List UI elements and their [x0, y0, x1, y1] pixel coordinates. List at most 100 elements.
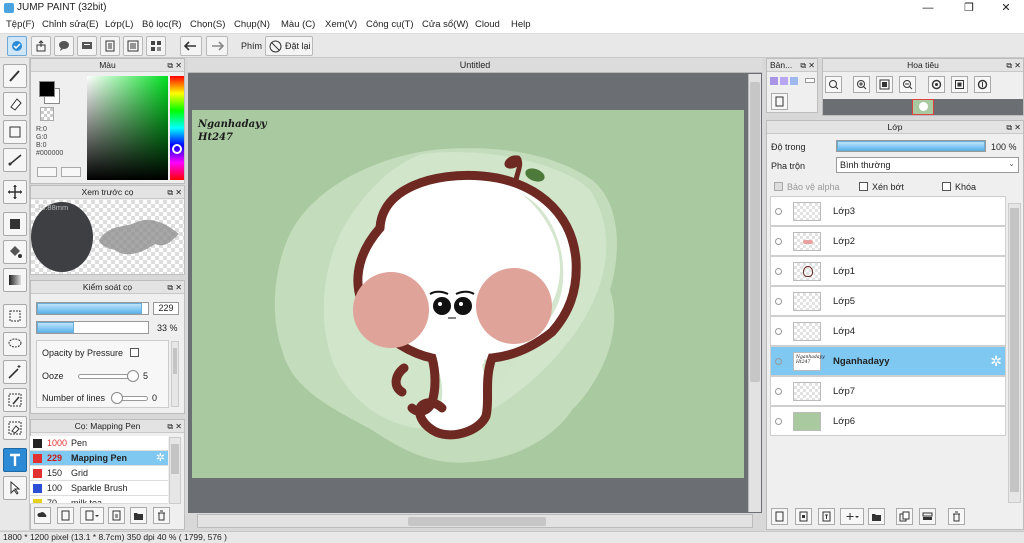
panel-buttons[interactable]: ⧉ ✕	[167, 60, 182, 72]
bucket-tool-icon[interactable]	[3, 240, 27, 264]
brush-list-item[interactable]: 1000 Pen	[30, 436, 168, 451]
menu-edit[interactable]: Chỉnh sửa(E)	[42, 19, 99, 30]
menu-capture[interactable]: Chụp(N)	[234, 19, 270, 30]
reset-button[interactable]: Đặt lại	[265, 36, 313, 56]
brush-type-icon[interactable]	[80, 507, 104, 524]
message-icon[interactable]	[77, 36, 97, 56]
transparent-color-swatch[interactable]	[40, 107, 54, 121]
swatch[interactable]	[780, 77, 788, 85]
select-eraser-tool-icon[interactable]	[3, 416, 27, 440]
magic-wand-tool-icon[interactable]	[3, 360, 27, 384]
brush-cloud-icon[interactable]	[34, 507, 51, 524]
document-icon[interactable]	[100, 36, 120, 56]
eyedropper-button[interactable]	[37, 167, 57, 177]
lock-checkbox[interactable]	[942, 182, 951, 191]
horizontal-scrollbar-thumb[interactable]	[408, 517, 546, 526]
layer-row[interactable]: Lớp4	[770, 316, 1006, 346]
vertical-scrollbar[interactable]	[748, 74, 761, 512]
visibility-icon[interactable]	[775, 268, 782, 275]
menu-layer[interactable]: Lớp(L)	[105, 19, 133, 30]
list-icon[interactable]	[123, 36, 143, 56]
foreground-color-swatch[interactable]	[39, 81, 55, 97]
menu-file[interactable]: Tệp(F)	[6, 19, 35, 30]
brush-list-item[interactable]: 150 Grid	[30, 466, 168, 481]
layer-row[interactable]: Lớp5	[770, 286, 1006, 316]
undo-button[interactable]	[180, 36, 202, 56]
brush-delete-icon[interactable]	[153, 507, 170, 524]
merge-layer-icon[interactable]	[919, 508, 936, 525]
new-brush-icon[interactable]	[57, 507, 74, 524]
panel-buttons[interactable]: ⧉ ✕	[167, 187, 182, 199]
shortcut-label[interactable]: Phím	[241, 41, 262, 51]
menu-tools[interactable]: Công cụ(T)	[366, 19, 414, 30]
navigator-viewport-box[interactable]	[912, 99, 934, 115]
layer-row[interactable]: Lớp2	[770, 226, 1006, 256]
horizontal-scrollbar[interactable]	[197, 514, 753, 528]
rotate-right-icon[interactable]	[974, 76, 991, 93]
brush-list-item[interactable]: 70 milk tea	[30, 496, 168, 504]
menu-filter[interactable]: Bộ lọc(R)	[142, 19, 182, 30]
scrollbar-thumb[interactable]	[1010, 208, 1019, 492]
redo-button[interactable]	[206, 36, 228, 56]
brush-list-item[interactable]: 100 Sparkle Brush	[30, 481, 168, 496]
close-button[interactable]: ✕	[994, 1, 1018, 15]
document-tab[interactable]: Untitled	[188, 58, 762, 73]
layer-folder-icon[interactable]	[868, 508, 885, 525]
hue-slider[interactable]	[170, 76, 184, 180]
rect-select-tool-icon[interactable]	[3, 304, 27, 328]
menu-color[interactable]: Màu (C)	[281, 19, 315, 30]
fit-window-icon[interactable]	[876, 76, 893, 93]
gradient-tool-icon[interactable]	[3, 268, 27, 292]
visibility-icon[interactable]	[775, 388, 782, 395]
comment-icon[interactable]	[54, 36, 74, 56]
visibility-icon[interactable]	[775, 208, 782, 215]
zoom-in-icon[interactable]	[853, 76, 870, 93]
move-tool-icon[interactable]	[3, 180, 27, 204]
visibility-icon[interactable]	[775, 298, 782, 305]
menu-cloud[interactable]: Cloud	[475, 19, 500, 30]
duplicate-layer-icon[interactable]	[896, 508, 913, 525]
panel-buttons[interactable]: ⧉ ✕	[167, 282, 182, 294]
fill-rect-tool-icon[interactable]	[3, 212, 27, 236]
menu-help[interactable]: Help	[511, 19, 531, 30]
line-tool-icon[interactable]	[3, 148, 27, 172]
maximize-button[interactable]: ❐	[957, 1, 981, 15]
new-swatch-icon[interactable]	[771, 93, 788, 110]
brush-size-input[interactable]: 229	[153, 302, 179, 315]
add-layer-dropdown-icon[interactable]	[840, 508, 864, 525]
panel-buttons[interactable]: ⧉ ✕	[1006, 60, 1021, 72]
vertical-scrollbar-thumb[interactable]	[750, 82, 760, 382]
menu-view[interactable]: Xem(V)	[325, 19, 357, 30]
menu-select[interactable]: Chọn(S)	[190, 19, 225, 30]
layer-row[interactable]: Lớp1	[770, 256, 1006, 286]
layer-row[interactable]: Lớp3	[770, 196, 1006, 226]
layer-row[interactable]: Lớp7	[770, 376, 1006, 406]
layer-row-selected[interactable]: Nganhadayy Ht247 Nganhadayy ✲	[770, 346, 1006, 376]
select-pen-tool-icon[interactable]	[3, 388, 27, 412]
clipping-checkbox[interactable]	[859, 182, 868, 191]
panel-buttons[interactable]: ⧉ ✕	[800, 60, 815, 72]
zoom-out-icon[interactable]	[899, 76, 916, 93]
gear-icon[interactable]: ✲	[990, 353, 1002, 370]
delete-layer-icon[interactable]	[948, 508, 965, 525]
swatch[interactable]	[790, 77, 798, 85]
text-tool-icon[interactable]	[3, 448, 27, 472]
share-icon[interactable]	[31, 36, 51, 56]
visibility-icon[interactable]	[775, 418, 782, 425]
brush-size-slider[interactable]	[36, 302, 149, 315]
brush-list-item-selected[interactable]: 229 Mapping Pen ✲	[30, 451, 168, 466]
gear-icon[interactable]: ✲	[156, 451, 165, 465]
reset-view-icon[interactable]	[951, 76, 968, 93]
grid-settings-icon[interactable]	[146, 36, 166, 56]
opacity-pressure-checkbox[interactable]	[130, 348, 139, 357]
layers-scrollbar[interactable]	[1008, 203, 1021, 503]
brush-control-scrollbar[interactable]	[171, 341, 179, 407]
visibility-icon[interactable]	[775, 238, 782, 245]
saturation-value-picker[interactable]	[87, 76, 168, 180]
brush-copy-icon[interactable]	[108, 507, 125, 524]
layer-row[interactable]: Lớp6	[770, 406, 1006, 436]
lasso-tool-icon[interactable]	[3, 332, 27, 356]
new-layer-color-icon[interactable]	[795, 508, 812, 525]
document-canvas[interactable]: Nganhadayy Ht247	[192, 110, 744, 478]
blend-mode-select[interactable]: Bình thường ⌄	[836, 157, 1019, 173]
